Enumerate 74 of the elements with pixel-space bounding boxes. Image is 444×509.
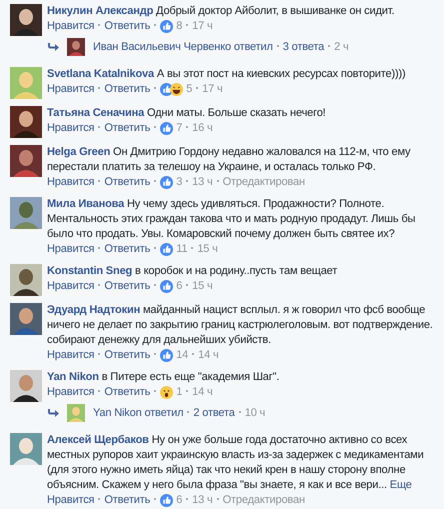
author-link[interactable]: Эдуард Надтокин <box>47 304 140 316</box>
like-link[interactable]: Нравится <box>47 243 94 255</box>
reply-time: 10 ч <box>244 406 266 418</box>
reply-link[interactable]: Ответить <box>104 83 150 95</box>
replies-link[interactable]: Иван Васильевич Червенко ответил <box>93 40 273 52</box>
edited-label: Отредактирован <box>222 494 305 506</box>
like-link[interactable]: Нравится <box>47 386 94 398</box>
like-link[interactable]: Нравится <box>47 83 94 95</box>
comment-text: Мила Иванова Ну чему здесь удивляться. Продажности? Полноте. Ментальность этих граждан такова что и мать родную продадут. Лишь бы было что продать. Увы. Комаровский почему должен быть святее их? <box>47 197 416 242</box>
reply-link[interactable]: Ответить <box>104 280 150 292</box>
like-link[interactable]: Нравится <box>47 176 94 188</box>
reply-link[interactable]: Ответить <box>104 349 150 361</box>
reply-link[interactable]: Ответить <box>104 494 150 506</box>
comment-text: Svetlana Katalnikova А вы этот пост на киевских ресурсах повторите)))) <box>47 67 407 82</box>
reaction-count: 14 <box>176 349 188 361</box>
reply-link[interactable]: Ответить <box>104 243 150 255</box>
like-reaction-icon <box>160 280 174 293</box>
like-reaction-icon <box>160 176 174 189</box>
author-link[interactable]: Svetlana Katalnikova <box>47 68 154 80</box>
like-link[interactable]: Нравится <box>47 349 94 361</box>
comment-time: 13 ч <box>192 494 213 506</box>
author-link[interactable]: Татьяна Сеначина <box>47 107 144 119</box>
like-reaction-icon <box>160 20 174 33</box>
comment-text: Yan Nikon в Питере есть еще "академия Шаг". <box>47 370 280 385</box>
reply-link[interactable]: Ответить <box>104 386 150 398</box>
reaction-count: 6 <box>176 494 182 506</box>
comment-time: 13 ч <box>192 176 213 188</box>
reply-time: 2 ч <box>334 40 349 52</box>
more-link[interactable]: Еще <box>390 479 412 491</box>
like-reaction-icon <box>160 122 174 135</box>
reply-link[interactable]: Ответить <box>104 176 150 188</box>
comment-text: Алексей Щербаков Ну он уже больше года достаточно активно со всех местных рупоров хаит украинскую власть из-за задержек с медикаментами (для этого нужно иметь яйца) так что некий крен в нашу сторону вполне объясним. Скажем у него была фраза "вы знаете, я как и все вери... Еще <box>47 433 425 493</box>
reaction-count: 8 <box>176 20 182 32</box>
reply-link[interactable]: Ответить <box>104 122 150 134</box>
author-link[interactable]: Алексей Щербаков <box>47 434 149 446</box>
replies-link[interactable]: Yan Nikon ответил <box>93 406 184 418</box>
wow-reaction-icon <box>160 386 174 399</box>
laugh-reaction-icon <box>170 83 184 96</box>
like-reaction-icon <box>160 349 174 362</box>
reaction-count: 11 <box>176 243 188 255</box>
comment-text: Никулин Александр Добрый доктор Айболит, в вышиванке он сидит. <box>47 4 396 19</box>
author-link[interactable]: Yan Nikon <box>47 371 99 383</box>
like-link[interactable]: Нравится <box>47 494 94 506</box>
like-link[interactable]: Нравится <box>47 280 94 292</box>
reply-count-link[interactable]: 2 ответа <box>193 406 235 418</box>
reply-link[interactable]: Ответить <box>104 20 150 32</box>
comment-text: Konstantin Sneg в коробок и на родину..пусть там вещает <box>47 264 338 279</box>
comment-time: 15 ч <box>197 243 218 255</box>
reaction-count: 5 <box>186 83 192 95</box>
comment-time: 14 ч <box>198 349 219 361</box>
like-link[interactable]: Нравится <box>47 122 94 134</box>
comment-time: 15 ч <box>192 280 213 292</box>
like-reaction-icon <box>160 494 174 507</box>
reply-count-link[interactable]: 3 ответа <box>282 40 324 52</box>
reply-arrow-icon <box>47 42 59 52</box>
comment-time: 17 ч <box>192 20 213 32</box>
reaction-count: 7 <box>176 122 182 134</box>
author-link[interactable]: Konstantin Sneg <box>47 265 132 277</box>
reaction-count: 6 <box>176 280 182 292</box>
like-link[interactable]: Нравится <box>47 20 94 32</box>
author-link[interactable]: Helga Green <box>47 146 110 158</box>
comment-time: 14 ч <box>192 386 213 398</box>
like-reaction-icon <box>160 243 174 256</box>
reply-arrow-icon <box>47 408 59 418</box>
reaction-count: 3 <box>176 176 182 188</box>
comment-time: 17 ч <box>202 83 223 95</box>
author-link[interactable]: Мила Иванова <box>47 198 124 210</box>
edited-label: Отредактирован <box>222 176 305 188</box>
comment-text: Эдуард Надтокин майданный нацист всплыл. я ж говорил что фсб вообще ничего не делает по закрытию границ кастрюлеголовым. вот подтверждение. собирают денежку для дальнейших убийств. <box>47 303 434 348</box>
reaction-count: 1 <box>176 386 182 398</box>
comment-text: Татьяна Сеначина Одни маты. Больше сказать нечего! <box>47 106 327 121</box>
comment-text: Helga Green Он Дмитрию Гордону недавно жаловался на 112-м, что ему перестали платить за телешоу на Украине, и осталась только РФ. <box>47 145 412 175</box>
comment-time: 16 ч <box>192 122 213 134</box>
author-link[interactable]: Никулин Александр <box>47 5 154 17</box>
